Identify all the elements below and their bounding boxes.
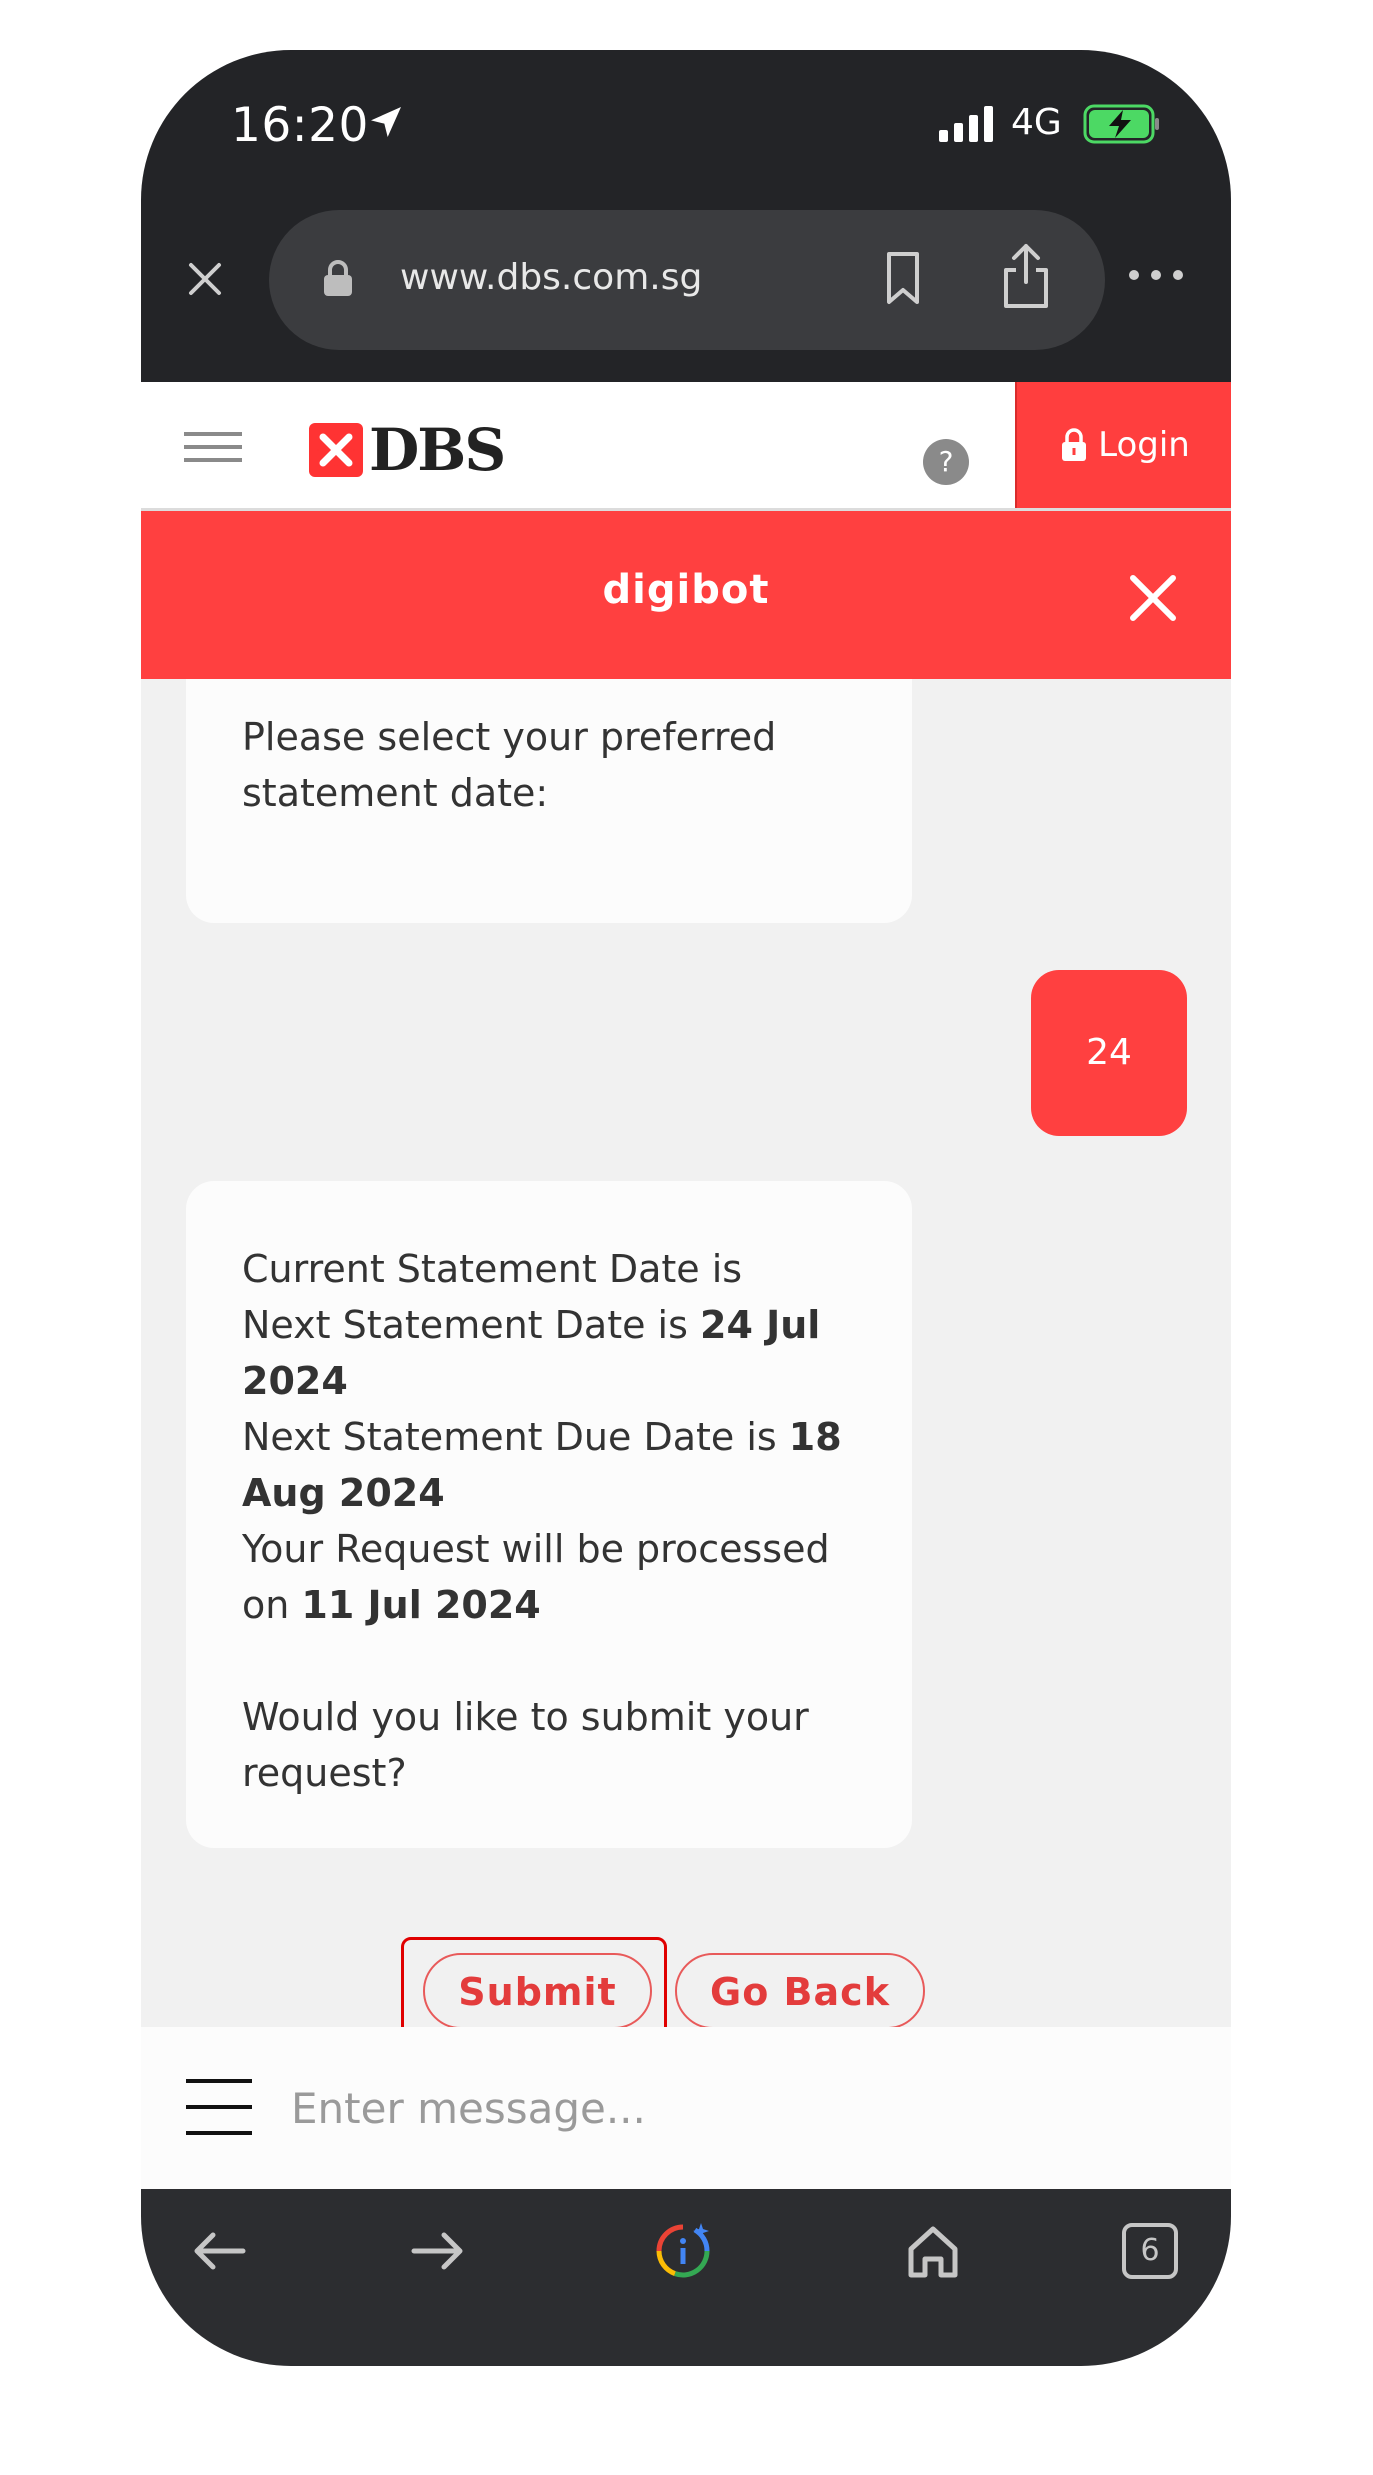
bot-message: Please select your preferred statement d…	[186, 679, 912, 923]
site-header: DBS ? Login	[141, 382, 1231, 511]
browser-chrome: 16:20 4G www.dbs.com.sg	[141, 50, 1231, 382]
forward-arrow-icon[interactable]	[406, 2219, 470, 2283]
dbs-logo[interactable]: DBS	[309, 416, 506, 484]
browser-toolbar: 6	[141, 2189, 1231, 2366]
submit-button[interactable]: Submit	[423, 1953, 652, 2027]
close-chat-icon[interactable]	[1128, 573, 1178, 623]
due-date-line: Next Statement Due Date is 18 Aug 2024	[242, 1409, 862, 1521]
chat-title: digibot	[602, 567, 770, 613]
url-text: www.dbs.com.sg	[400, 257, 703, 298]
bookmark-icon[interactable]	[881, 250, 925, 306]
signal-strength-icon	[939, 106, 993, 142]
bot-message: Current Statement Date is Next Statement…	[186, 1181, 912, 1848]
next-statement-line: Next Statement Date is 24 Jul 2024	[242, 1297, 862, 1409]
processing-date-line: Your Request will be processed on 11 Jul…	[242, 1521, 862, 1633]
login-button[interactable]: Login	[1015, 382, 1231, 508]
chat-transcript[interactable]: Please select your preferred statement d…	[141, 679, 1231, 2027]
network-type: 4G	[1011, 102, 1062, 143]
user-message: 24	[1031, 970, 1187, 1136]
site-menu-icon[interactable]	[184, 432, 242, 462]
next-statement-label: Next Statement Date is	[242, 1303, 700, 1347]
chat-menu-icon[interactable]	[186, 2077, 252, 2137]
padlock-icon	[1062, 428, 1087, 461]
home-icon[interactable]	[901, 2219, 965, 2283]
dbs-star-logo-icon	[309, 423, 363, 477]
processing-date-value: 11 Jul 2024	[301, 1583, 541, 1627]
status-time: 16:20	[231, 98, 369, 153]
close-tab-icon[interactable]	[181, 255, 229, 303]
more-options-icon[interactable]	[1126, 262, 1186, 288]
battery-charging-icon	[1083, 104, 1159, 144]
lock-icon	[324, 260, 352, 296]
message-composer	[141, 2027, 1231, 2189]
confirm-question: Would you like to submit your request?	[242, 1695, 809, 1795]
google-lens-info-icon[interactable]	[651, 2219, 715, 2283]
chat-header: digibot	[141, 511, 1231, 679]
bot-message-text: Current Statement Date is Next Statement…	[242, 1241, 862, 1801]
address-bar[interactable]: www.dbs.com.sg	[269, 210, 1105, 350]
phone-screen: 16:20 4G www.dbs.com.sg DBS ? Login digi…	[141, 50, 1231, 2366]
go-back-button[interactable]: Go Back	[675, 1953, 925, 2027]
location-arrow-icon	[371, 107, 401, 137]
bot-message-text: Please select your preferred statement d…	[242, 715, 777, 815]
share-icon[interactable]	[999, 242, 1053, 310]
back-arrow-icon[interactable]	[187, 2219, 251, 2283]
current-statement-line: Current Statement Date is	[242, 1247, 743, 1291]
dbs-wordmark: DBS	[369, 416, 506, 484]
help-icon[interactable]: ?	[923, 439, 969, 485]
login-label: Login	[1098, 425, 1190, 465]
due-date-label: Next Statement Due Date is	[242, 1415, 789, 1459]
tabs-count: 6	[1140, 2233, 1160, 2268]
message-input[interactable]	[289, 2071, 1173, 2145]
